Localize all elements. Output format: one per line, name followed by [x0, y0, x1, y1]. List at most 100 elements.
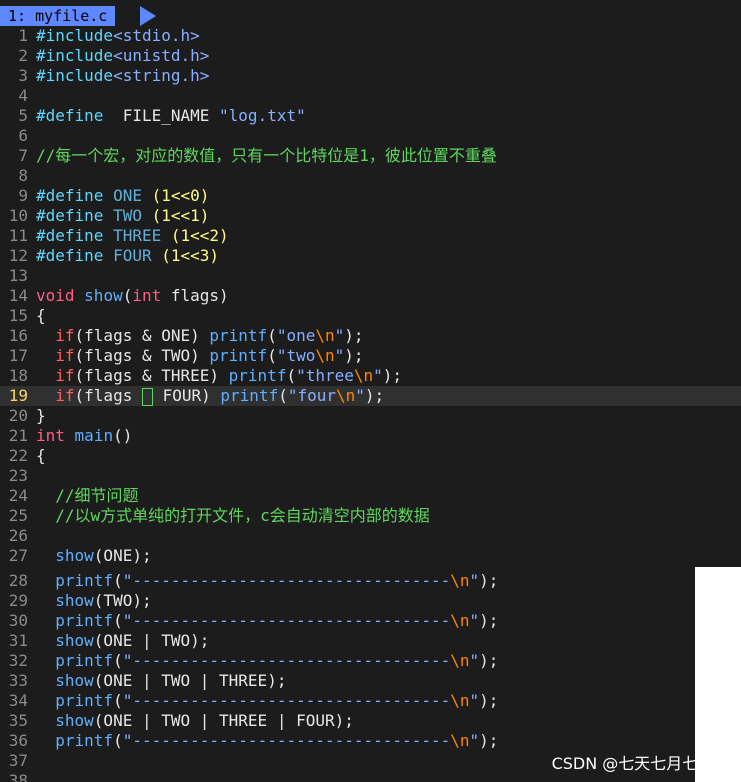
code-line[interactable]: 5 #define FILE_NAME "log.txt" [0, 106, 306, 126]
line-code: show(ONE); [28, 546, 151, 566]
code-line[interactable]: 37 [0, 751, 36, 771]
code-token: ); [382, 366, 403, 385]
code-line[interactable]: 6 [0, 126, 36, 146]
line-code: printf("--------------------------------… [28, 611, 498, 631]
code-line[interactable]: 15 { [0, 306, 46, 326]
code-token: ( [286, 366, 297, 385]
code-line[interactable]: 28 printf("-----------------------------… [0, 571, 499, 591]
code-line[interactable]: 30 printf("-----------------------------… [0, 611, 499, 631]
code-token: #define [36, 206, 104, 225]
code-line[interactable]: 9 #define ONE (1<<0) [0, 186, 209, 206]
code-line[interactable]: 23 [0, 466, 36, 486]
code-token: " [469, 731, 480, 750]
code-token: (flags [74, 386, 142, 405]
code-line[interactable]: 17 if(flags & TWO) printf("two\n"); [0, 346, 364, 366]
code-token: ); [344, 326, 364, 345]
line-code: printf("--------------------------------… [28, 691, 498, 711]
code-line[interactable]: 13 [0, 266, 36, 286]
code-token: \n [450, 651, 470, 670]
code-token: show [36, 591, 94, 610]
code-token: if [36, 326, 75, 345]
line-number: 24 [8, 486, 28, 505]
code-token: show [36, 671, 94, 690]
line-number: 10 [8, 206, 28, 225]
code-token: if [36, 346, 75, 365]
tab-arrow-icon [140, 6, 156, 26]
line-number: 26 [8, 526, 28, 545]
line-code: #define FILE_NAME "log.txt" [28, 106, 306, 126]
code-line[interactable]: 3 #include<string.h> [0, 66, 209, 86]
code-token: show [84, 286, 123, 305]
code-line[interactable]: 19 if(flags FOUR) printf("four\n"); [0, 386, 384, 406]
line-code: printf("--------------------------------… [28, 731, 498, 751]
code-line[interactable]: 26 [0, 526, 36, 546]
code-line[interactable]: 31 show(ONE | TWO); [0, 631, 210, 651]
code-token: " [469, 691, 480, 710]
code-token: ); [479, 571, 499, 590]
code-line[interactable]: 7 //每一个宏，对应的数值，只有一个比特位是1，彼此位置不重叠 [0, 146, 497, 166]
code-line[interactable]: 27 show(ONE); [0, 546, 152, 566]
code-token: (flags & THREE) [74, 366, 229, 385]
code-token: if [36, 386, 75, 405]
line-code: //以w方式单纯的打开文件，c会自动清空内部的数据 [28, 506, 430, 526]
code-token: //以w方式单纯的打开文件，c会自动清空内部的数据 [36, 506, 430, 525]
code-line[interactable]: 22 { [0, 446, 46, 466]
code-line[interactable]: 24 //细节问题 [0, 486, 139, 506]
code-line[interactable]: 21 int main() [0, 426, 133, 446]
code-line[interactable]: 20} [0, 406, 46, 426]
code-token: \n [450, 571, 470, 590]
code-token: //细节问题 [36, 486, 139, 505]
line-number: 34 [8, 691, 28, 710]
watermark: CSDN @七天七月七年_J [551, 754, 727, 773]
code-token: ( [267, 346, 277, 365]
code-line[interactable]: 1 #include<stdio.h> [0, 26, 200, 46]
code-line[interactable]: 29 show(TWO); [0, 591, 152, 611]
code-line[interactable]: 18 if(flags & THREE) printf("three\n"); [0, 366, 402, 386]
code-token: "--------------------------------- [122, 571, 451, 590]
code-token: ( [113, 571, 123, 590]
line-number: 31 [8, 631, 28, 650]
line-code: show(TWO); [28, 591, 151, 611]
code-line[interactable]: 12 #define FOUR (1<<3) [0, 246, 219, 266]
code-token: ( [113, 651, 123, 670]
code-line[interactable]: 4 [0, 86, 36, 106]
code-token: printf [220, 386, 279, 405]
line-number: 32 [8, 651, 28, 670]
code-token: "--------------------------------- [122, 651, 451, 670]
code-line[interactable]: 8 [0, 166, 36, 186]
code-token: (1<<3) [161, 246, 220, 265]
code-line[interactable]: 33 show(ONE | TWO | THREE); [0, 671, 287, 691]
code-token: (flags & ONE) [74, 326, 210, 345]
code-line[interactable]: 38 [0, 771, 36, 782]
code-line[interactable]: 34 printf("-----------------------------… [0, 691, 499, 711]
code-token: <string.h> [113, 66, 210, 85]
code-line[interactable]: 36 printf("-----------------------------… [0, 731, 499, 751]
code-token: printf [36, 691, 114, 710]
code-token: "one [276, 326, 316, 345]
tab-myfile[interactable]: 1: myfile.c [0, 6, 116, 26]
code-line[interactable]: 14 void show(int flags) [0, 286, 229, 306]
code-line[interactable]: 2 #include<unistd.h> [0, 46, 209, 66]
code-token: //每一个宏，对应的数值，只有一个比特位是1，彼此位置不重叠 [36, 146, 497, 165]
code-line[interactable]: 16 if(flags & ONE) printf("one\n"); [0, 326, 364, 346]
code-line[interactable]: 32 printf("-----------------------------… [0, 651, 499, 671]
code-token: <stdio.h> [113, 26, 200, 45]
code-line[interactable]: 11 #define THREE (1<<2) [0, 226, 229, 246]
code-line[interactable]: 35 show(ONE | TWO | THREE | FOUR); [0, 711, 354, 731]
code-line[interactable]: 25 //以w方式单纯的打开文件，c会自动清空内部的数据 [0, 506, 430, 526]
code-token: " [373, 366, 383, 385]
code-line[interactable]: 10 #define TWO (1<<1) [0, 206, 210, 226]
line-code: #define ONE (1<<0) [28, 186, 209, 206]
code-token: } [36, 406, 46, 425]
line-code: show(ONE | TWO); [28, 631, 209, 651]
code-token: ); [479, 691, 499, 710]
line-code: show(ONE | TWO | THREE); [28, 671, 286, 691]
code-token: FOUR [113, 246, 152, 265]
editor-pane-top[interactable]: 1: myfile.c 1 #include<stdio.h> 2 #include<… [0, 0, 741, 567]
code-token: <unistd.h> [113, 46, 210, 65]
